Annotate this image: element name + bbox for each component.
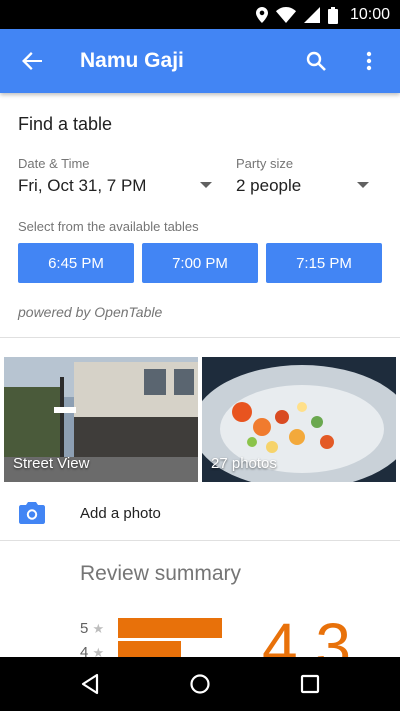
search-icon — [306, 51, 326, 71]
review-summary-title: Review summary — [80, 562, 242, 585]
wifi-icon — [275, 7, 296, 23]
status-time: 10:00 — [349, 6, 390, 23]
party-size-label: Party size — [236, 156, 294, 171]
status-bar: 10:00 — [0, 0, 400, 29]
date-time-label: Date & Time — [18, 156, 90, 171]
street-view-tile[interactable]: Street View — [4, 357, 198, 482]
powered-by-opentable[interactable]: powered by OpenTable — [18, 304, 162, 320]
app-bar: Namu Gaji — [0, 29, 400, 93]
photos-count-label: 27 photos — [211, 455, 277, 472]
available-tables-hint: Select from the available tables — [18, 219, 199, 234]
battery-icon — [327, 6, 338, 24]
status-icons: 10:00 — [255, 5, 390, 25]
system-navigation-bar — [0, 657, 400, 711]
rating-bar-5 — [118, 618, 222, 638]
search-button[interactable] — [302, 47, 330, 75]
rating-row-stars-label: 5 — [80, 620, 89, 637]
nav-home-button[interactable] — [188, 672, 212, 696]
divider — [0, 540, 400, 541]
date-time-select[interactable]: Fri, Oct 31, 7 PM — [18, 176, 146, 196]
time-slot-button[interactable]: 6:45 PM — [18, 243, 134, 283]
arrow-back-icon — [22, 52, 42, 70]
nav-home-icon — [190, 674, 210, 694]
camera-icon[interactable] — [19, 502, 45, 524]
more-options-button[interactable] — [355, 47, 383, 75]
nav-back-icon — [81, 673, 99, 695]
location-icon — [255, 7, 268, 23]
signal-icon — [303, 7, 320, 23]
time-slot-button[interactable]: 7:15 PM — [266, 243, 382, 283]
nav-back-button[interactable] — [78, 672, 102, 696]
date-dropdown-arrow-icon[interactable] — [200, 182, 212, 188]
divider — [0, 337, 400, 338]
nav-recents-icon — [300, 674, 320, 694]
time-slot-button[interactable]: 7:00 PM — [142, 243, 258, 283]
photos-tile[interactable]: 27 photos — [202, 357, 396, 482]
more-vert-icon — [366, 51, 372, 71]
party-dropdown-arrow-icon[interactable] — [357, 182, 369, 188]
star-icon: ★ — [92, 621, 105, 636]
back-button[interactable] — [18, 47, 46, 75]
page-title: Namu Gaji — [80, 49, 184, 72]
nav-recents-button[interactable] — [298, 672, 322, 696]
street-view-label: Street View — [13, 455, 90, 472]
party-size-select[interactable]: 2 people — [236, 176, 301, 196]
find-table-title: Find a table — [18, 114, 113, 134]
rating-row-5: 5 ★ — [80, 620, 104, 637]
add-photo-button[interactable]: Add a photo — [80, 505, 161, 522]
